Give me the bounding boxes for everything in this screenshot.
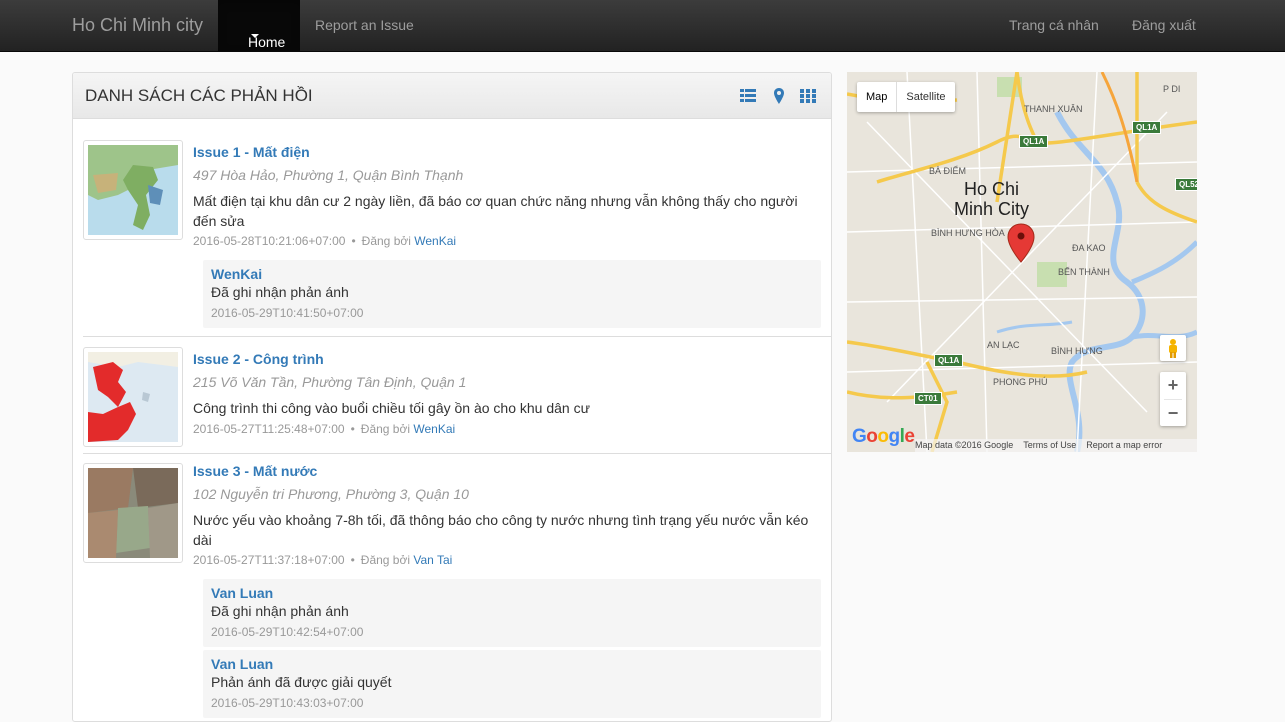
reply-item: WenKai Đã ghi nhận phản ánh 2016-05-29T1… [203,260,821,328]
map-city-label: Ho Chi Minh City [954,179,1029,219]
issue-author-link[interactable]: WenKai [414,234,456,248]
nav-home-dropdown[interactable]: Home [218,0,300,51]
vietnam-red-map-thumbnail [88,352,178,442]
reply-author-link[interactable]: WenKai [211,266,262,282]
street-view-pegman-button[interactable] [1160,335,1186,361]
separator-dot: • [351,234,356,248]
report-map-error-link[interactable]: Report a map error [1086,439,1162,452]
issue-address: 497 Hòa Hảo, Phường 1, Quận Bình Thạnh [193,167,464,183]
reply-text: Đã ghi nhận phản ánh [211,284,349,300]
issue-title-link[interactable]: Issue 3 - Mất nước [193,463,317,479]
issue-title-link[interactable]: Issue 2 - Công trình [193,351,324,367]
map-label: AN LẠC [987,340,1020,350]
city-line-2: Minh City [954,199,1030,219]
map-data-attribution: Map data ©2016 Google [915,440,1014,450]
issue-meta: 2016-05-28T10:21:06+07:00 • Đăng bởi WenKa… [193,234,456,248]
list-icon[interactable] [740,88,756,104]
map-label: P DI [1163,84,1181,94]
reply-text: Đã ghi nhận phản ánh [211,603,349,619]
issue-time: 2016-05-27T11:37:18+07:00 [193,553,345,567]
map-label: ĐA KAO [1072,243,1106,253]
separator-dot: • [350,553,355,567]
issue-item[interactable]: Issue 1 - Mất điện 497 Hòa Hảo, Phường 1… [83,140,831,337]
issue-address: 102 Nguyễn tri Phương, Phường 3, Quận 10 [193,486,469,502]
reply-time: 2016-05-29T10:41:50+07:00 [211,306,364,320]
issue-address: 215 Võ Văn Tần, Phường Tân Định, Quận 1 [193,374,467,390]
reply-text: Phản ánh đã được giải quyết [211,674,392,690]
issue-meta: 2016-05-27T11:25:48+07:00 • Đăng bởi WenKa… [193,422,455,436]
map-label: BẾN THÀNH [1058,267,1110,277]
old-map-thumbnail [88,468,178,558]
issue-author-link[interactable]: WenKai [413,422,455,436]
panel-heading: DANH SÁCH CÁC PHẢN HỒI [73,73,831,119]
posted-by-label: Đăng bởi [360,422,411,436]
road-sign: CT01 [914,392,942,405]
map-marker-icon[interactable] [771,88,787,104]
issue-description: Mất điện tại khu dân cư 2 ngày liền, đã … [193,193,798,229]
google-logo: Google [852,426,915,447]
issue-description: Công trình thi công vào buổi chiều tối g… [193,400,590,416]
issue-author-link[interactable]: Van Tai [413,553,452,567]
map-type-satellite-button[interactable]: Satellite [897,82,954,112]
issues-panel: DANH SÁCH CÁC PHẢN HỒI Issue 1 - Mất điệ… [72,72,832,722]
brand-link[interactable]: Ho Chi Minh city [72,15,203,36]
posted-by-label: Đăng bởi [360,553,411,567]
map-widget[interactable]: Map Satellite Ho Chi Minh City THANH XUÂ… [847,72,1197,452]
road-sign: QL1A [1132,121,1162,134]
issue-description: Nước yếu vào khoảng 7-8h tối, đã thông b… [193,512,809,548]
nav-report-issue[interactable]: Report an Issue [315,17,414,33]
map-label: BÌNH HƯNG HÒA [931,228,1005,238]
reply-time: 2016-05-29T10:43:03+07:00 [211,696,364,710]
map-label: THANH XUÂN [1024,104,1083,114]
city-line-1: Ho Chi [963,179,1020,199]
separator-dot: • [350,422,355,436]
posted-by-label: Đăng bởi [361,234,411,248]
map-label: PHONG PHÚ [993,377,1048,387]
issue-thumbnail[interactable] [83,347,183,447]
reply-item: Van Luan Đã ghi nhận phản ánh 2016-05-29… [203,579,821,647]
zoom-out-button[interactable]: − [1160,400,1186,427]
issue-thumbnail[interactable] [83,463,183,563]
map-label: BÀ ĐIỂM [929,166,967,176]
zoom-in-button[interactable]: + [1160,372,1186,399]
issue-item[interactable]: Issue 3 - Mất nước 102 Nguyễn tri Phương… [83,463,831,721]
issue-time: 2016-05-28T10:21:06+07:00 [193,234,346,248]
issue-item[interactable]: Issue 2 - Công trình 215 Võ Văn Tần, Phư… [83,347,831,454]
map-type-control: Map Satellite [857,82,955,112]
issue-time: 2016-05-27T11:25:48+07:00 [193,422,345,436]
map-label: BÌNH HƯNG [1051,346,1103,356]
terms-of-use-link[interactable]: Terms of Use [1023,439,1076,452]
grid-icon[interactable] [800,88,816,104]
nav-logout[interactable]: Đăng xuất [1132,17,1196,33]
road-sign: QL1A [1019,135,1049,148]
map-footer: Map data ©2016 Google Terms of Use Repor… [915,439,1197,452]
reply-author-link[interactable]: Van Luan [211,585,273,601]
road-sign: QL52 [1175,178,1197,191]
nav-profile[interactable]: Trang cá nhân [1009,17,1099,33]
top-navbar: Ho Chi Minh city Home Report an Issue Tr… [0,0,1285,52]
vietnam-map-thumbnail [88,145,178,235]
reply-item: Van Luan Phản ánh đã được giải quyết 201… [203,650,821,718]
road-sign: QL1A [934,354,964,367]
issue-thumbnail[interactable] [83,140,183,240]
reply-time: 2016-05-29T10:42:54+07:00 [211,625,364,639]
reply-author-link[interactable]: Van Luan [211,656,273,672]
issue-title-link[interactable]: Issue 1 - Mất điện [193,144,310,160]
caret-down-icon [251,34,259,38]
panel-title: DANH SÁCH CÁC PHẢN HỒI [85,86,313,105]
issue-meta: 2016-05-27T11:37:18+07:00 • Đăng bởi Van T… [193,553,452,567]
pegman-icon [1169,339,1177,358]
map-type-map-button[interactable]: Map [857,82,896,112]
zoom-control: + − [1160,372,1186,426]
